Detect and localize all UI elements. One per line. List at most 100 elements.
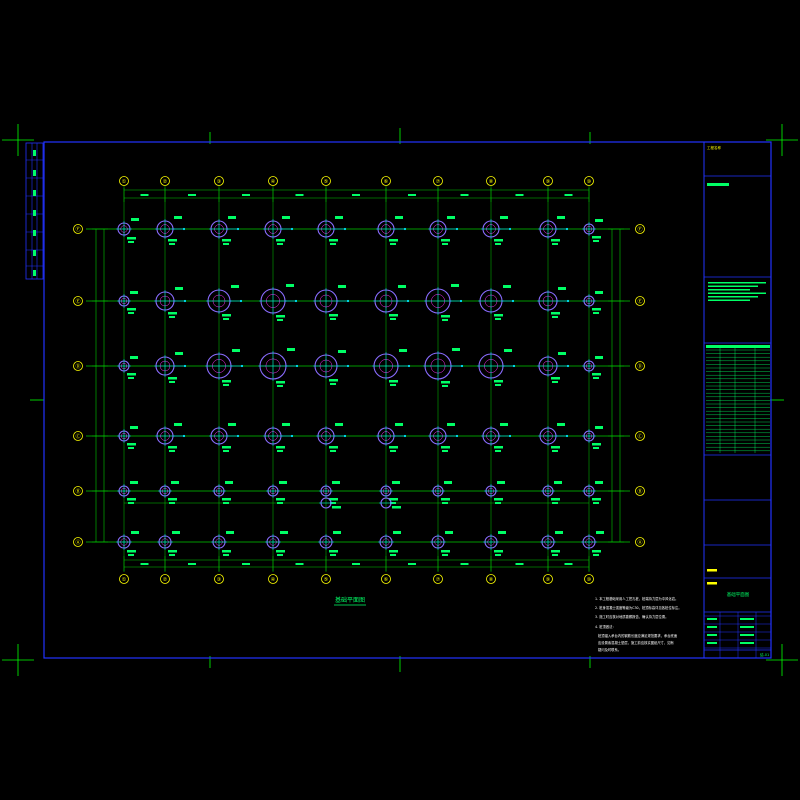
axis-bubble: ⑧ (486, 176, 496, 186)
pile-leader-dot (236, 434, 240, 438)
title-block-labels: 工程名称 基础平面图 结-01 (707, 145, 769, 657)
pile (428, 216, 459, 245)
signature-text-mark (740, 634, 754, 636)
pile-id-label-mark (593, 312, 599, 314)
pile-elev-label-mark (174, 423, 182, 426)
strip-text-mark (33, 150, 36, 156)
pile-elev-label-mark (497, 481, 505, 484)
pile-elev-label-mark (595, 356, 603, 359)
pile (581, 531, 604, 556)
pile-id-label-mark (128, 312, 134, 314)
pile-id-label-mark (127, 550, 136, 553)
strip-text-mark (33, 270, 36, 276)
corner-crosshairs (2, 124, 798, 676)
dim-value-mark (295, 194, 304, 196)
pile-id-label-mark (329, 550, 338, 553)
pile-id-label-mark (551, 377, 560, 380)
pile (206, 285, 243, 320)
pile (538, 216, 569, 245)
dim-value-mark (352, 563, 360, 565)
pile (259, 284, 298, 321)
cad-drawing-canvas[interactable]: ① ① ② ② ③ ③ ④ ④ ⑤ ⑤ ⑥ ⑥ ⑦ ⑦ ⑧ ⑧ ⑨ ⑨ ⑩ ⑩ Ⓕ Ⓕ Ⓔ Ⓔ Ⓓ Ⓓ Ⓒ Ⓒ Ⓑ Ⓑ Ⓐ Ⓐ 基础平面图 1… (0, 0, 800, 800)
pile-elev-label-mark (555, 531, 563, 534)
pile-id-label-mark (127, 498, 136, 501)
pile (313, 285, 350, 320)
pile-elev-label-mark (232, 349, 240, 352)
pile-leader-dot (566, 299, 570, 303)
plan-title: 基础平面图 (335, 596, 365, 604)
pile (372, 349, 411, 386)
pile-id-label-mark (495, 243, 501, 245)
pile (263, 216, 294, 245)
axis-bubble: Ⓐ (73, 537, 83, 547)
outer-border (43, 141, 772, 659)
pile (582, 291, 603, 314)
pile-id-label-mark (592, 498, 601, 501)
pile-id-label-mark (441, 315, 450, 318)
axis-bubble-label: ④ (271, 577, 276, 583)
pile-id-label-mark (392, 506, 401, 509)
pile-id-label-mark (552, 381, 558, 383)
axis-bubble-label: ⑦ (436, 577, 441, 583)
pile-id-label-mark (494, 446, 503, 449)
axis-bubble-label: Ⓕ (637, 226, 642, 233)
pile-elev-label-mark (333, 531, 341, 534)
pile (209, 423, 240, 452)
pile-id-label-mark (222, 550, 231, 553)
axis-bubble-label: ⑨ (546, 577, 550, 583)
pile-id-label-mark (277, 319, 283, 321)
pile-id-label-mark (276, 446, 285, 449)
pile-elev-label-mark (554, 481, 562, 484)
pile-leader-dot (346, 364, 350, 368)
pile-id-label-mark (442, 502, 448, 504)
pile-leader-dot (182, 227, 186, 231)
pile (431, 481, 452, 504)
pile (157, 531, 180, 556)
pile-id-label-mark (169, 502, 175, 504)
pile (424, 284, 463, 321)
pile-elev-label-mark (451, 284, 459, 287)
pile-id-label-mark (128, 241, 134, 243)
strip-text-mark (33, 250, 36, 256)
pile-elev-label-mark (174, 216, 182, 219)
pile (117, 426, 138, 449)
dim-value-mark (352, 194, 360, 196)
pile-id-label-mark (168, 550, 177, 553)
pile-leader-dot (295, 364, 299, 368)
pile-elev-label-mark (395, 216, 403, 219)
axis-bubble: ⑩ (584, 176, 594, 186)
pile-id-label-mark (442, 450, 448, 452)
axis-bubble: ⑥ (381, 176, 391, 186)
pile-id-label-mark (552, 502, 558, 504)
axis-bubble-label: Ⓐ (637, 539, 642, 546)
pile (537, 352, 570, 383)
pile (158, 481, 179, 504)
general-notes: 1. 本工程基础采用人工挖孔桩，桩端持力层为中风化岩。 2. 桩身混凝土强度等级… (595, 596, 682, 652)
pile-leader-dot (511, 299, 515, 303)
signature-text-mark (707, 626, 717, 628)
pile-leader-dot (407, 364, 411, 368)
pile (212, 481, 233, 504)
pile-elev-label-mark (395, 423, 403, 426)
pile-elev-label-mark (175, 352, 183, 355)
pile-id-label-mark (495, 554, 501, 556)
pile-elev-label-mark (399, 349, 407, 352)
pile-id-label-mark (592, 373, 601, 376)
pile-leader-dot (290, 227, 294, 231)
pile-elev-label-mark (595, 219, 603, 222)
pile-leader-dot (508, 434, 512, 438)
pile-elev-label-mark (393, 531, 401, 534)
pile-elev-label-mark (130, 356, 138, 359)
pile (116, 218, 139, 243)
pile-id-label-mark (551, 312, 560, 315)
pile-id-label-mark (329, 379, 338, 382)
pile (373, 285, 410, 320)
pile-elev-label-mark (228, 216, 236, 219)
pile (263, 423, 294, 452)
axis-bubble: Ⓕ (73, 224, 83, 234)
axis-bubble: ⑨ (543, 176, 553, 186)
pile-leader-dot (565, 434, 569, 438)
axis-bubble-label: ③ (217, 577, 221, 583)
pile (117, 356, 138, 379)
pile (582, 481, 603, 504)
